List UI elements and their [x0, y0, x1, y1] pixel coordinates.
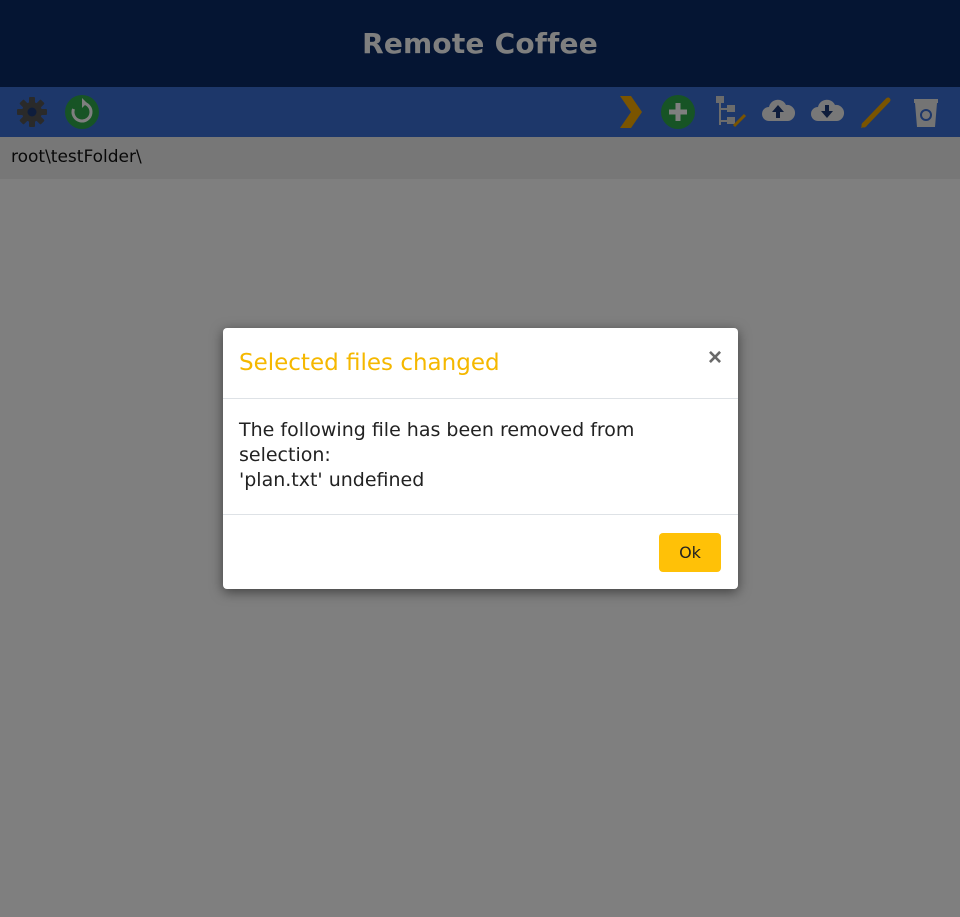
- dialog-title: Selected files changed: [239, 350, 500, 376]
- ok-button[interactable]: Ok: [659, 533, 721, 572]
- dialog-header: Selected files changed ×: [223, 328, 738, 399]
- dialog-message: The following file has been removed from…: [239, 419, 635, 466]
- dialog-file-detail: 'plan.txt' undefined: [239, 469, 425, 491]
- selection-changed-dialog: Selected files changed × The following f…: [223, 328, 738, 589]
- dialog-body: The following file has been removed from…: [223, 400, 738, 515]
- close-icon[interactable]: ×: [708, 346, 722, 370]
- dialog-footer: Ok: [223, 516, 738, 589]
